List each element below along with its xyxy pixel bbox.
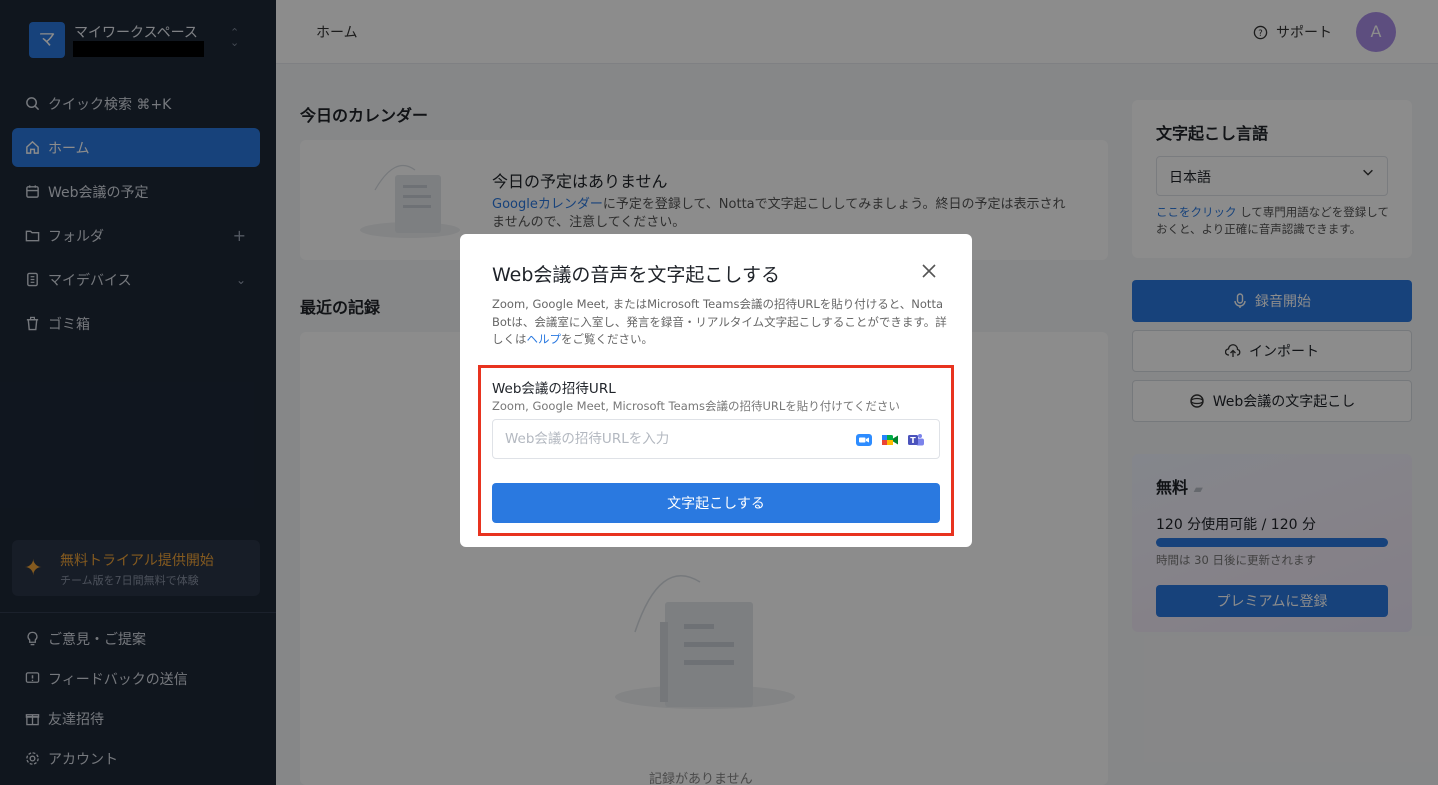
modal-description: Zoom, Google Meet, またはMicrosoft Teams会議の… [492, 296, 948, 349]
close-icon[interactable] [920, 262, 938, 280]
transcribe-button[interactable]: 文字起こしする [492, 483, 940, 523]
google-meet-icon [881, 432, 899, 448]
svg-text:T: T [910, 436, 916, 445]
teams-icon: T [907, 432, 925, 448]
help-link[interactable]: ヘルプ [527, 332, 562, 346]
platform-icons: T [855, 432, 925, 448]
meeting-url-field[interactable]: T [492, 419, 940, 459]
url-field-help: Zoom, Google Meet, Microsoft Teams会議の招待U… [492, 399, 900, 413]
web-meeting-modal: Web会議の音声を文字起こしする Zoom, Google Meet, またはM… [460, 234, 972, 547]
modal-desc-tail: をご覧ください。 [561, 332, 653, 346]
zoom-icon [855, 432, 873, 448]
meeting-url-input[interactable] [493, 420, 833, 458]
modal-title: Web会議の音声を文字起こしする [492, 264, 781, 286]
url-field-label: Web会議の招待URL [492, 381, 616, 397]
